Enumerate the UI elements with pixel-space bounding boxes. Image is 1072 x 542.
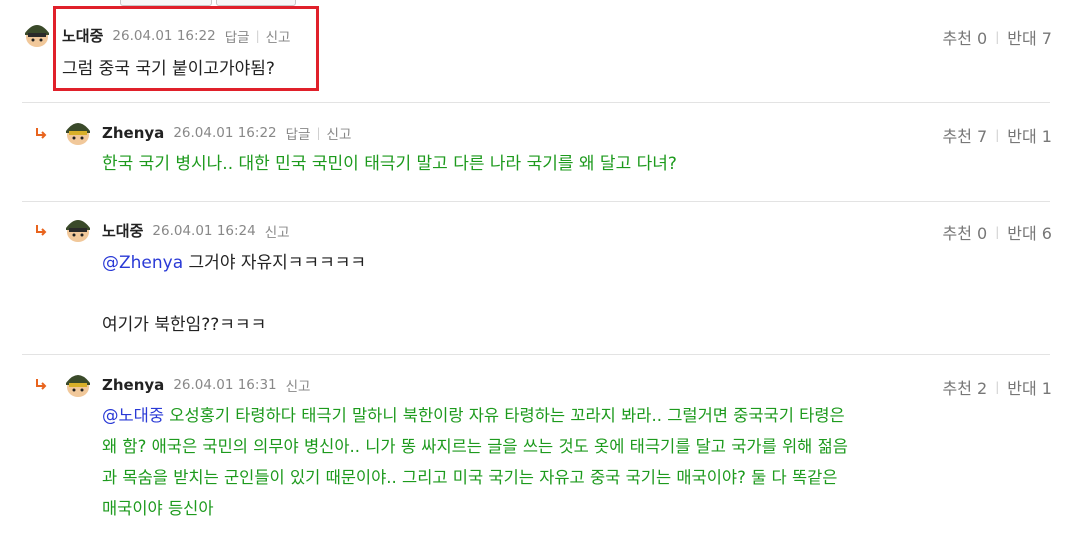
comment-date: 26.04.01 16:24 xyxy=(152,222,256,239)
comment-line: 한국 국기 병시나.. 대한 민국 국민이 태극기 말고 다른 나라 국기를 왜… xyxy=(102,154,677,174)
oppose-button[interactable]: 반대 7 xyxy=(1007,25,1052,49)
separator: | xyxy=(316,126,321,140)
report-button[interactable]: 신고 xyxy=(286,375,311,395)
recommend-button[interactable]: 추천 0 xyxy=(943,25,988,49)
comment-text: @노대중 오성홍기 타령하다 태극기 말하니 북한이랑 자유 타령하는 꼬라지 … xyxy=(102,400,848,524)
comment-line: 왜 함? 애국은 국민의 의무야 병신아.. 니가 똥 싸지르는 글을 쓰는 것… xyxy=(102,437,848,456)
mention-link[interactable]: @Zhenya xyxy=(102,253,183,273)
highlight-box xyxy=(53,6,319,91)
comment-line: 과 목숨을 받치는 군인들이 있기 때문이야.. 그리고 미국 국기는 자유고 … xyxy=(102,468,838,487)
comment-line: 매국이야 등신아 xyxy=(102,499,214,518)
comment-text: @Zhenya 그거야 자유지ㅋㅋㅋㅋㅋ 여기가 북한임??ㅋㅋㅋ xyxy=(102,248,366,341)
oppose-button[interactable]: 반대 1 xyxy=(1007,123,1052,147)
comment-date: 26.04.01 16:22 xyxy=(173,125,277,141)
recommend-button[interactable]: 추천 0 xyxy=(943,220,988,244)
divider xyxy=(22,102,1050,103)
comment-line: @노대중 오성홍기 타령하다 태극기 말하니 북한이랑 자유 타령하는 꼬라지 … xyxy=(102,400,848,431)
reply-arrow-icon xyxy=(36,128,47,139)
comment-text: 한국 국기 병시나.. 대한 민국 국민이 태극기 말고 다른 나라 국기를 왜… xyxy=(102,149,677,180)
separator: | xyxy=(995,128,1000,142)
comment-line-text: 그거야 자유지ㅋㅋㅋㅋㅋ xyxy=(183,253,366,273)
recommend-button[interactable]: 추천 2 xyxy=(943,375,988,399)
reply-button[interactable]: 답글 xyxy=(286,123,311,143)
helmet-avatar-icon xyxy=(66,375,90,397)
separator: | xyxy=(995,380,1000,394)
oppose-button[interactable]: 반대 6 xyxy=(1007,220,1052,244)
helmet-avatar-icon xyxy=(66,123,90,145)
separator: | xyxy=(995,30,1000,44)
recommend-button[interactable]: 추천 7 xyxy=(943,123,988,147)
report-button[interactable]: 신고 xyxy=(265,221,290,241)
comment-author[interactable]: Zhenya xyxy=(102,124,164,142)
helmet-avatar-icon xyxy=(66,220,90,242)
comment-author[interactable]: Zhenya xyxy=(102,376,164,394)
comment-line-text: 오성홍기 타령하다 태극기 말하니 북한이랑 자유 타령하는 꼬라지 봐라.. … xyxy=(164,406,845,425)
separator: | xyxy=(995,225,1000,239)
comment-author[interactable]: 노대중 xyxy=(102,220,143,241)
mention-link[interactable]: @노대중 xyxy=(102,406,164,425)
reply-arrow-icon xyxy=(36,379,47,390)
helmet-avatar-icon xyxy=(25,25,49,47)
oppose-button[interactable]: 반대 1 xyxy=(1007,375,1052,399)
divider xyxy=(22,201,1050,202)
comment-line: 여기가 북한임??ㅋㅋㅋ xyxy=(102,315,267,335)
comment-line: @Zhenya 그거야 자유지ㅋㅋㅋㅋㅋ xyxy=(102,248,366,279)
divider xyxy=(22,354,1050,355)
report-button[interactable]: 신고 xyxy=(327,123,352,143)
comment-date: 26.04.01 16:31 xyxy=(173,377,277,393)
reply-arrow-icon xyxy=(36,225,47,236)
